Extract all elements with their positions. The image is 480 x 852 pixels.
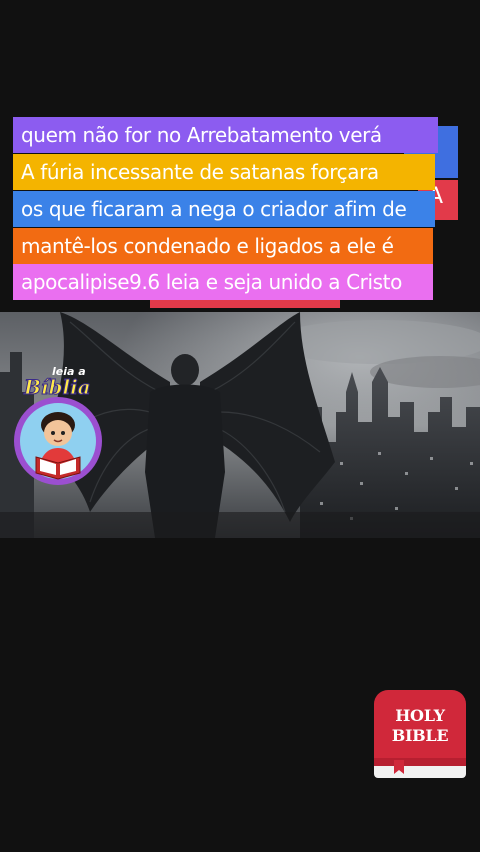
caption-overlay: A quem não for no Arrebatamento verá A f… bbox=[0, 0, 480, 320]
bible-label: BIBLE bbox=[391, 726, 449, 745]
caption-line-1: quem não for no Arrebatamento verá bbox=[13, 117, 438, 153]
caption-line-4: mantê-los condenado e ligados a ele é bbox=[13, 228, 433, 264]
holy-label: HOLY bbox=[395, 706, 445, 725]
caption-line-5: apocalipise9.6 leia e seja unido a Crist… bbox=[13, 264, 433, 300]
caption-line-2: A fúria incessante de satanas forçara bbox=[13, 154, 435, 190]
child-reading-icon bbox=[14, 397, 102, 485]
caption-line-3: os que ficaram a nega o criador afim de bbox=[13, 191, 435, 227]
leia-a-biblia-logo: leia a Bíblia bbox=[10, 365, 106, 485]
holy-bible-app-icon[interactable]: HOLY BIBLE bbox=[372, 688, 468, 782]
